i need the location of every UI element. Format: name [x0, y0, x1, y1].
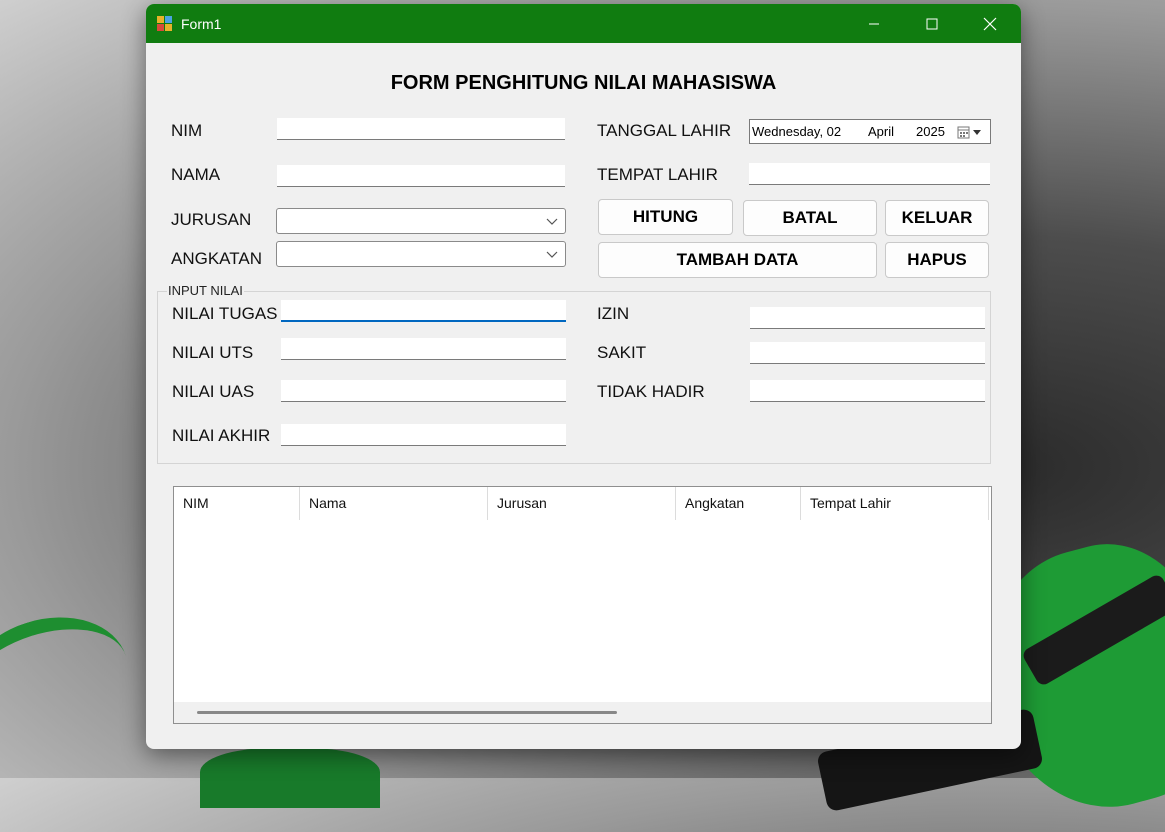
keluar-button[interactable]: KELUAR — [885, 200, 989, 236]
nilai-akhir-label: NILAI AKHIR — [172, 426, 271, 445]
nilai-tugas-label: NILAI TUGAS — [172, 304, 278, 323]
nilai-uts-input[interactable] — [281, 338, 566, 360]
column-header-nama[interactable]: Nama — [300, 487, 488, 520]
form-window: Form1 FORM PENGHITUNG NILAI MAHASISWA NI… — [146, 4, 1021, 749]
form-heading: FORM PENGHITUNG NILAI MAHASISWA — [390, 72, 777, 94]
chevron-down-icon — [546, 218, 558, 225]
tanggal-lahir-label: TANGGAL LAHIR — [597, 121, 732, 140]
maximize-icon — [926, 18, 938, 29]
angkatan-combobox[interactable] — [276, 241, 566, 267]
jurusan-label: JURUSAN — [171, 210, 252, 229]
nim-input[interactable] — [277, 118, 565, 140]
nilai-akhir-input[interactable] — [281, 424, 566, 446]
tambah-data-button[interactable]: TAMBAH DATA — [598, 242, 877, 278]
horizontal-scrollbar[interactable] — [174, 702, 991, 723]
date-weekday: Wednesday, 02 — [752, 124, 842, 139]
minimize-icon — [869, 23, 879, 24]
chevron-down-icon — [546, 251, 558, 258]
close-button[interactable] — [961, 4, 1019, 43]
tidak-hadir-label: TIDAK HADIR — [597, 382, 705, 401]
title-bar[interactable]: Form1 — [146, 4, 1021, 43]
app-form-icon — [157, 15, 173, 32]
column-header-jurusan[interactable]: Jurusan — [488, 487, 676, 520]
background-green-shape — [200, 748, 380, 808]
grid-header: NIM Nama Jurusan Angkatan Tempat Lahir — [174, 487, 991, 520]
angkatan-label: ANGKATAN — [171, 249, 262, 268]
column-header-nim[interactable]: NIM — [174, 487, 300, 520]
date-month: April — [868, 124, 895, 139]
nilai-uas-label: NILAI UAS — [172, 382, 255, 401]
hitung-button[interactable]: HITUNG — [598, 199, 733, 235]
calendar-dropdown-icon — [957, 126, 981, 139]
nilai-uas-input[interactable] — [281, 380, 566, 402]
sakit-label: SAKIT — [597, 343, 647, 362]
minimize-button[interactable] — [845, 4, 903, 43]
column-header-tempat-lahir[interactable]: Tempat Lahir — [801, 487, 989, 520]
input-nilai-legend: INPUT NILAI — [167, 283, 244, 298]
izin-input[interactable] — [750, 307, 985, 329]
nilai-uts-label: NILAI UTS — [172, 343, 254, 362]
hapus-button[interactable]: HAPUS — [885, 242, 989, 278]
background-green-arc — [0, 596, 145, 768]
tempat-lahir-label: TEMPAT LAHIR — [597, 165, 718, 184]
nama-label: NAMA — [171, 165, 221, 184]
nilai-tugas-input[interactable] — [281, 300, 566, 322]
nama-input[interactable] — [277, 165, 565, 187]
date-year: 2025 — [916, 124, 945, 139]
jurusan-combobox[interactable] — [276, 208, 566, 234]
tanggal-lahir-datepicker[interactable]: Wednesday, 02 April 2025 — [749, 119, 991, 144]
sakit-input[interactable] — [750, 342, 985, 364]
window-title: Form1 — [181, 15, 222, 32]
maximize-button[interactable] — [903, 4, 961, 43]
batal-button[interactable]: BATAL — [743, 200, 877, 236]
data-grid[interactable]: NIM Nama Jurusan Angkatan Tempat Lahir — [173, 486, 992, 724]
scrollbar-thumb[interactable] — [197, 711, 617, 714]
nim-label: NIM — [171, 121, 203, 140]
izin-label: IZIN — [597, 304, 630, 323]
column-header-angkatan[interactable]: Angkatan — [676, 487, 801, 520]
tempat-lahir-input[interactable] — [749, 163, 990, 185]
close-icon — [983, 17, 997, 30]
tidak-hadir-input[interactable] — [750, 380, 985, 402]
